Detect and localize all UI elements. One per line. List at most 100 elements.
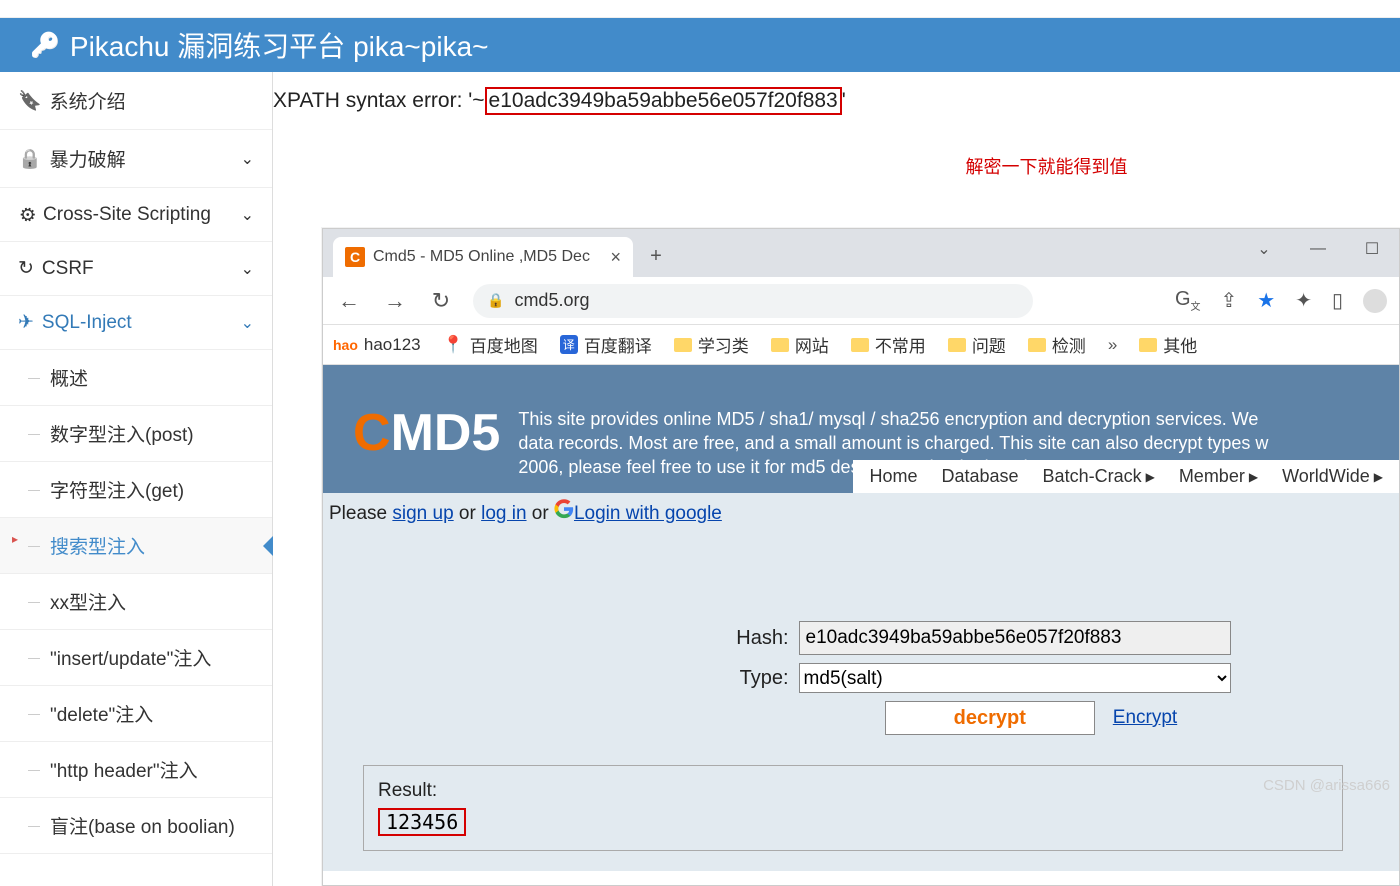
sub-overview[interactable]: 概述	[0, 350, 272, 406]
bm-detect[interactable]: 检测	[1028, 332, 1086, 357]
caret-icon: ▶	[1146, 470, 1155, 484]
folder-icon	[851, 338, 869, 352]
bm-rare[interactable]: 不常用	[851, 332, 926, 357]
profile-icon[interactable]	[1363, 289, 1387, 313]
watermark: CSDN @arissa666	[1263, 777, 1390, 794]
type-label: Type:	[491, 667, 789, 690]
bm-baidumap[interactable]: 📍百度地图	[443, 332, 538, 357]
hash-input[interactable]	[799, 621, 1232, 655]
nav-batch[interactable]: Batch-Crack▶	[1043, 466, 1155, 487]
cmd5-login-strip: Please sign up or log in or Login with g…	[323, 493, 1399, 531]
bm-study[interactable]: 学习类	[674, 332, 749, 357]
sidebar-item-csrf[interactable]: CSRF ⌄	[0, 242, 272, 296]
cmd5-result-box: Result: 123456	[363, 765, 1343, 851]
close-icon[interactable]: ×	[610, 247, 621, 268]
sub-string[interactable]: 字符型注入(get)	[0, 462, 272, 518]
folder-icon	[948, 338, 966, 352]
forward-button[interactable]: →	[381, 288, 409, 314]
tab-strip: C Cmd5 - MD5 Online ,MD5 Dec × + ⌄ — ☐	[323, 229, 1399, 277]
browser-window: C Cmd5 - MD5 Online ,MD5 Dec × + ⌄ — ☐ ←…	[322, 228, 1400, 886]
lock-icon: 🔒	[487, 292, 504, 309]
cmd5-hero: CMD5 This site provides online MD5 / sha…	[323, 365, 1399, 493]
bm-other[interactable]: 其他	[1139, 332, 1197, 357]
window-minimize[interactable]: —	[1291, 229, 1345, 269]
folder-icon	[771, 338, 789, 352]
url-text: cmd5.org	[514, 290, 589, 311]
bm-overflow[interactable]: »	[1108, 335, 1117, 355]
folder-icon	[1139, 338, 1157, 352]
window-dropdown[interactable]: ⌄	[1237, 229, 1291, 269]
sidebar-label: SQL-Inject	[42, 312, 132, 334]
bm-baidutrans[interactable]: 译百度翻译	[560, 332, 652, 357]
xpath-error-line: XPATH syntax error: '~e10adc3949ba59abbe…	[273, 87, 1400, 115]
encrypt-link[interactable]: Encrypt	[1113, 707, 1177, 729]
sub-header[interactable]: "http header"注入	[0, 742, 272, 798]
bm-hao123[interactable]: haohao123	[333, 335, 421, 355]
hash-label: Hash:	[491, 627, 789, 650]
sidebar-item-intro[interactable]: 系统介绍	[0, 72, 272, 130]
caret-icon: ▶	[1249, 470, 1258, 484]
sidebar-label: 暴力破解	[50, 145, 126, 172]
nav-database[interactable]: Database	[941, 466, 1018, 487]
google-login-link[interactable]: Login with google	[574, 503, 722, 524]
lock-icon	[18, 147, 42, 171]
sub-delete[interactable]: "delete"注入	[0, 686, 272, 742]
signup-link[interactable]: sign up	[392, 503, 453, 524]
bm-sites[interactable]: 网站	[771, 332, 829, 357]
url-input[interactable]: 🔒 cmd5.org	[473, 284, 1033, 318]
pin-icon: 📍	[443, 335, 464, 355]
translate-icon[interactable]: G文	[1175, 288, 1201, 313]
sub-numeric[interactable]: 数字型注入(post)	[0, 406, 272, 462]
folder-icon	[674, 338, 692, 352]
nav-member[interactable]: Member▶	[1179, 466, 1258, 487]
sidebar: 系统介绍 暴力破解 ⌄ Cross-Site Scripting ⌄ CSRF …	[0, 72, 273, 886]
browser-tab[interactable]: C Cmd5 - MD5 Online ,MD5 Dec ×	[333, 237, 633, 277]
nav-home[interactable]: Home	[869, 466, 917, 487]
chevron-down-icon: ⌄	[241, 259, 254, 279]
share-icon[interactable]: ⇪	[1221, 288, 1238, 313]
sub-insert[interactable]: "insert/update"注入	[0, 630, 272, 686]
sidebar-label: 系统介绍	[50, 87, 126, 114]
key-icon	[30, 31, 60, 60]
new-tab-button[interactable]: +	[641, 241, 671, 271]
back-button[interactable]: ←	[335, 288, 363, 314]
cmd5-body: Hash: Type: md5(salt) decrypt Encrypt Re…	[323, 531, 1399, 871]
address-bar: ← → ↻ 🔒 cmd5.org G文 ⇪ ★ ✦ ▯	[323, 277, 1399, 325]
extensions-icon[interactable]: ✦	[1295, 288, 1312, 313]
sidebar-item-bruteforce[interactable]: 暴力破解 ⌄	[0, 130, 272, 188]
result-label: Result:	[378, 780, 1328, 802]
favicon-icon: C	[345, 247, 365, 267]
cmd5-form: Hash: Type: md5(salt) decrypt Encrypt	[491, 621, 1231, 735]
hash-highlight: e10adc3949ba59abbe56e057f20f883	[485, 87, 842, 115]
sub-xx[interactable]: xx型注入	[0, 574, 272, 630]
caret-icon: ▶	[1374, 470, 1383, 484]
sidebar-item-xss[interactable]: Cross-Site Scripting ⌄	[0, 188, 272, 242]
reading-list-icon[interactable]: ▯	[1332, 288, 1343, 313]
nav-world[interactable]: WorldWide▶	[1282, 466, 1383, 487]
hao-icon: hao	[333, 337, 358, 353]
cmd5-nav: Home Database Batch-Crack▶ Member▶ World…	[853, 460, 1399, 493]
sub-blind[interactable]: 盲注(base on boolian)	[0, 798, 272, 854]
sub-search[interactable]: ▸搜索型注入	[0, 518, 272, 574]
chevron-down-icon: ⌄	[241, 149, 254, 169]
bm-issues[interactable]: 问题	[948, 332, 1006, 357]
plane-icon	[18, 311, 34, 334]
sync-icon	[18, 257, 34, 280]
decrypt-button[interactable]: decrypt	[885, 701, 1095, 735]
chevron-down-icon: ⌄	[241, 205, 254, 225]
bookmarks-bar: haohao123 📍百度地图 译百度翻译 学习类 网站 不常用 问题 检测 »…	[323, 325, 1399, 365]
login-link[interactable]: log in	[481, 503, 526, 524]
sidebar-item-sqlinject[interactable]: SQL-Inject ⌄	[0, 296, 272, 350]
cmd5-logo: CMD5	[353, 403, 500, 463]
sidebar-label: CSRF	[42, 258, 94, 280]
result-value: 123456	[378, 808, 466, 836]
window-maximize[interactable]: ☐	[1345, 229, 1399, 269]
header-title: Pikachu 漏洞练习平台 pika~pika~	[70, 25, 489, 65]
folder-icon	[1028, 338, 1046, 352]
bookmark-star-icon[interactable]: ★	[1257, 288, 1275, 313]
reload-button[interactable]: ↻	[427, 288, 455, 314]
caret-icon: ▸	[12, 532, 18, 546]
type-select[interactable]: md5(salt)	[799, 663, 1231, 693]
tag-icon	[18, 89, 42, 113]
page-header: Pikachu 漏洞练习平台 pika~pika~	[0, 18, 1400, 72]
